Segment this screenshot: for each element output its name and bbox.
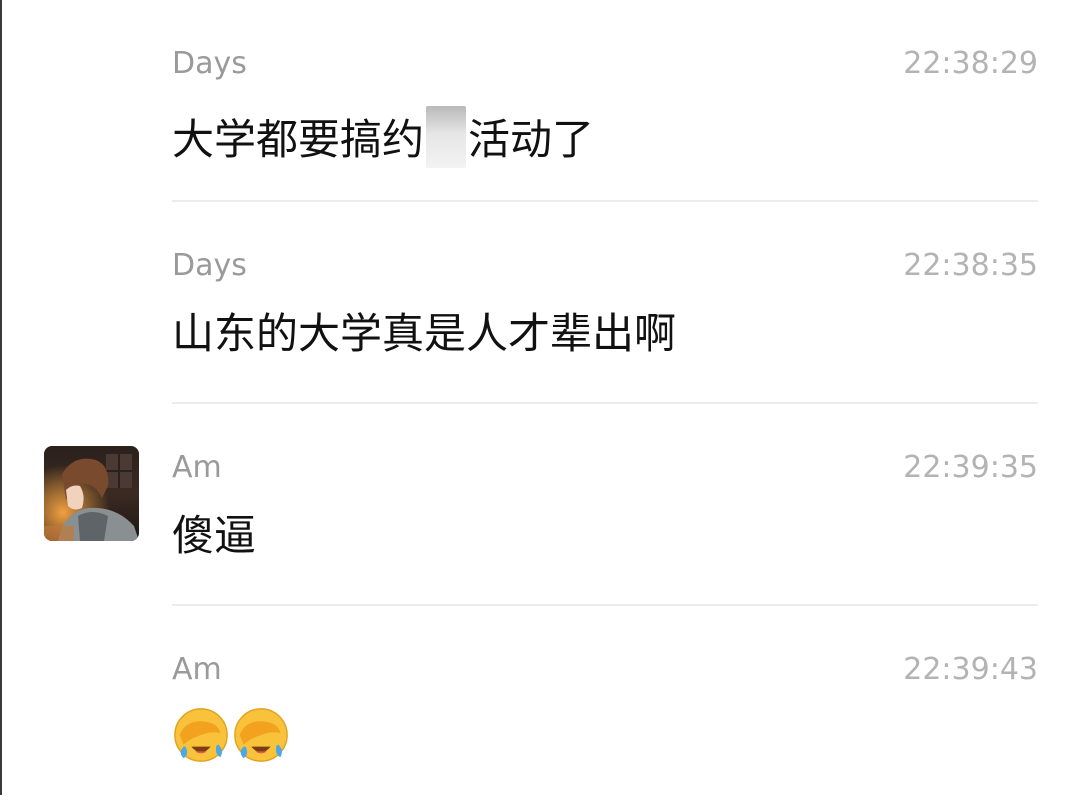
chat-message[interactable]: Days 22:38:29 大学都要搞约 活动了	[0, 0, 1080, 202]
message-timestamp: 22:39:43	[903, 652, 1038, 687]
anime-character-avatar-icon	[44, 446, 139, 541]
message-timestamp: 22:38:35	[903, 248, 1038, 283]
message-text[interactable]: 大学都要搞约 活动了	[172, 106, 594, 168]
message-timestamp: 22:39:35	[903, 450, 1038, 485]
message-text-before: 大学都要搞约	[172, 115, 425, 164]
chat-message[interactable]: Am 22:39:43	[0, 606, 1080, 808]
sender-name[interactable]: Days	[172, 44, 247, 84]
message-emoji-row[interactable]	[172, 706, 290, 766]
chat-message[interactable]: Am 22:39:35 傻逼	[0, 404, 1080, 606]
message-text[interactable]: 山东的大学真是人才辈出啊	[172, 308, 676, 360]
chat-message[interactable]: Days 22:38:35 山东的大学真是人才辈出啊	[0, 202, 1080, 404]
facepalm-crying-emoji-icon	[174, 708, 228, 762]
avatar[interactable]	[44, 446, 139, 541]
facepalm-crying-emoji-icon	[234, 708, 288, 762]
message-text[interactable]: 傻逼	[172, 510, 256, 562]
message-text-after: 活动了	[468, 115, 595, 164]
message-timestamp: 22:38:29	[903, 46, 1038, 81]
chat-message-list[interactable]: Days 22:38:29 大学都要搞约 活动了 Days 22:38:35 山东…	[0, 0, 1080, 795]
censored-mosaic	[426, 106, 467, 168]
sender-name[interactable]: Am	[172, 650, 222, 690]
sender-name[interactable]: Am	[172, 448, 222, 488]
sender-name[interactable]: Days	[172, 246, 247, 286]
